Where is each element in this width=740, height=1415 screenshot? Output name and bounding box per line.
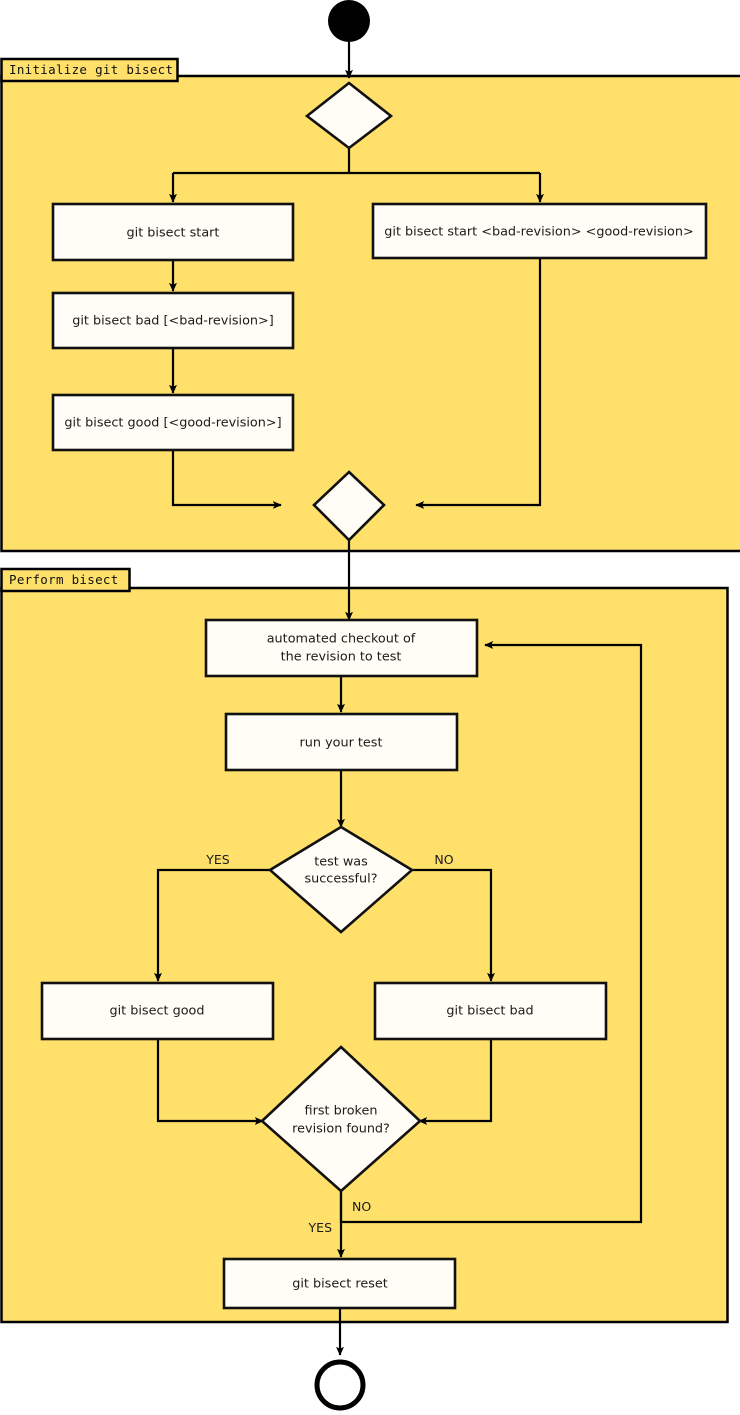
node-first-broken-label-line2: revision found?	[292, 1122, 390, 1137]
node-test-successful-label-line1: test was	[314, 855, 368, 870]
edge-label-found-no: NO	[352, 1199, 371, 1214]
node-checkout-box	[204, 618, 479, 678]
edge-label-test-yes: YES	[205, 852, 230, 867]
start-node	[328, 0, 370, 42]
git-bisect-flowchart: Initialize git bisect Perform bisect git…	[0, 0, 740, 1411]
node-bisect-reset: git bisect reset	[222, 1257, 457, 1310]
node-bisect-bad-rev-label: git bisect bad [<bad-revision>]	[72, 314, 274, 329]
node-bisect-start: git bisect start	[51, 202, 295, 262]
node-checkout-label-line2: the revision to test	[281, 650, 402, 665]
node-bisect-good-rev-label: git bisect good [<good-revision>]	[64, 416, 281, 431]
end-node	[314, 1359, 366, 1411]
node-test-successful-label-line2: successful?	[304, 872, 377, 887]
node-first-broken-label-line1: first broken	[305, 1104, 378, 1119]
node-bisect-reset-label: git bisect reset	[292, 1277, 388, 1292]
frame-initialize-label: Initialize git bisect	[9, 62, 173, 77]
node-bisect-start-label: git bisect start	[127, 226, 220, 241]
node-bisect-good-rev: git bisect good [<good-revision>]	[51, 393, 295, 452]
node-bisect-good-label: git bisect good	[109, 1004, 204, 1019]
node-run-test-label: run your test	[300, 736, 383, 751]
node-bisect-good: git bisect good	[40, 981, 275, 1041]
node-bisect-start-args-label: git bisect start <bad-revision> <good-re…	[384, 225, 693, 240]
node-bisect-bad-rev: git bisect bad [<bad-revision>]	[51, 291, 295, 350]
node-bisect-bad-label: git bisect bad	[446, 1004, 533, 1019]
frame-perform-label: Perform bisect	[9, 572, 119, 587]
node-run-test: run your test	[224, 712, 459, 772]
node-checkout-label-line1: automated checkout of	[267, 632, 416, 647]
node-bisect-bad: git bisect bad	[373, 981, 608, 1041]
edge-label-test-no: NO	[434, 852, 453, 867]
edge-label-found-yes: YES	[308, 1220, 333, 1235]
node-checkout: automated checkout of the revision to te…	[204, 618, 479, 678]
node-bisect-start-args: git bisect start <bad-revision> <good-re…	[371, 202, 708, 260]
